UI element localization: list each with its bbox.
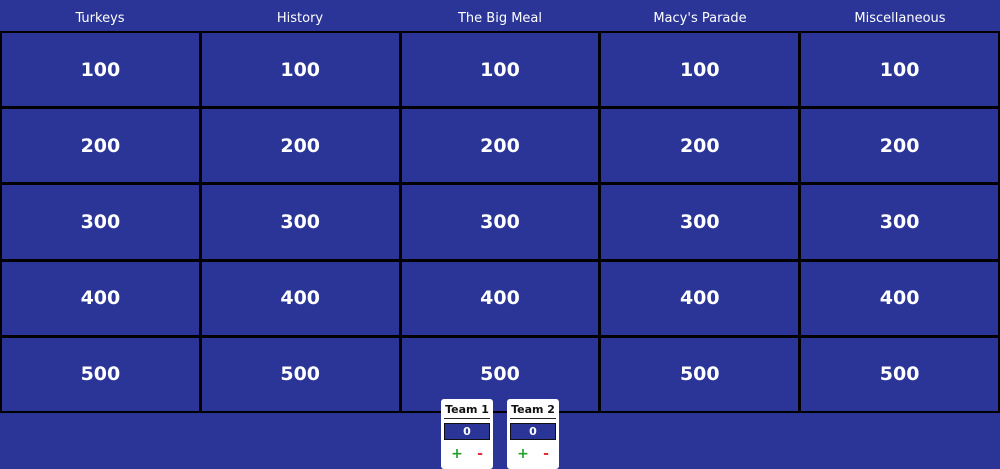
category-header-big-meal: The Big Meal	[457, 11, 543, 26]
question-tile[interactable]: 300	[801, 185, 998, 259]
question-tile[interactable]: 100	[2, 33, 199, 107]
question-tile[interactable]: 500	[201, 337, 399, 411]
game-board: 100 100 100 100 100 200 200 200 200 200 …	[0, 31, 1000, 413]
question-tile[interactable]: 200	[2, 109, 199, 183]
question-tile[interactable]: 400	[2, 261, 199, 335]
question-tile[interactable]: 100	[601, 33, 799, 107]
category-header-macys-parade: Macy's Parade	[653, 11, 747, 26]
question-tile[interactable]: 100	[201, 33, 399, 107]
question-tile[interactable]: 200	[801, 109, 998, 183]
team-scoreboards: Team 1 0 + - Team 2 0 + -	[441, 399, 559, 469]
question-tile[interactable]: 500	[801, 337, 998, 411]
question-tile[interactable]: 400	[401, 261, 599, 335]
team-score: 0	[510, 423, 556, 440]
question-tile[interactable]: 300	[601, 185, 799, 259]
question-tile[interactable]: 400	[801, 261, 998, 335]
question-tile[interactable]: 400	[601, 261, 799, 335]
category-header-miscellaneous: Miscellaneous	[854, 11, 946, 26]
category-header-turkeys: Turkeys	[75, 11, 125, 26]
question-tile[interactable]: 100	[401, 33, 599, 107]
question-tile[interactable]: 300	[2, 185, 199, 259]
question-tile[interactable]: 100	[801, 33, 998, 107]
question-tile[interactable]: 500	[601, 337, 799, 411]
question-tile[interactable]: 200	[601, 109, 799, 183]
category-header-history: History	[276, 11, 324, 26]
team-card: Team 1 0 + -	[441, 399, 493, 469]
question-tile[interactable]: 300	[201, 185, 399, 259]
question-tile[interactable]: 200	[201, 109, 399, 183]
team-name: Team 2	[510, 403, 556, 419]
category-header-row: Turkeys History The Big Meal Macy's Para…	[0, 0, 1000, 32]
question-tile[interactable]: 200	[401, 109, 599, 183]
team-card: Team 2 0 + -	[507, 399, 559, 469]
question-tile[interactable]: 400	[201, 261, 399, 335]
team-score: 0	[444, 423, 490, 440]
team-name: Team 1	[444, 403, 490, 419]
question-tile[interactable]: 500	[2, 337, 199, 411]
question-tile[interactable]: 300	[401, 185, 599, 259]
